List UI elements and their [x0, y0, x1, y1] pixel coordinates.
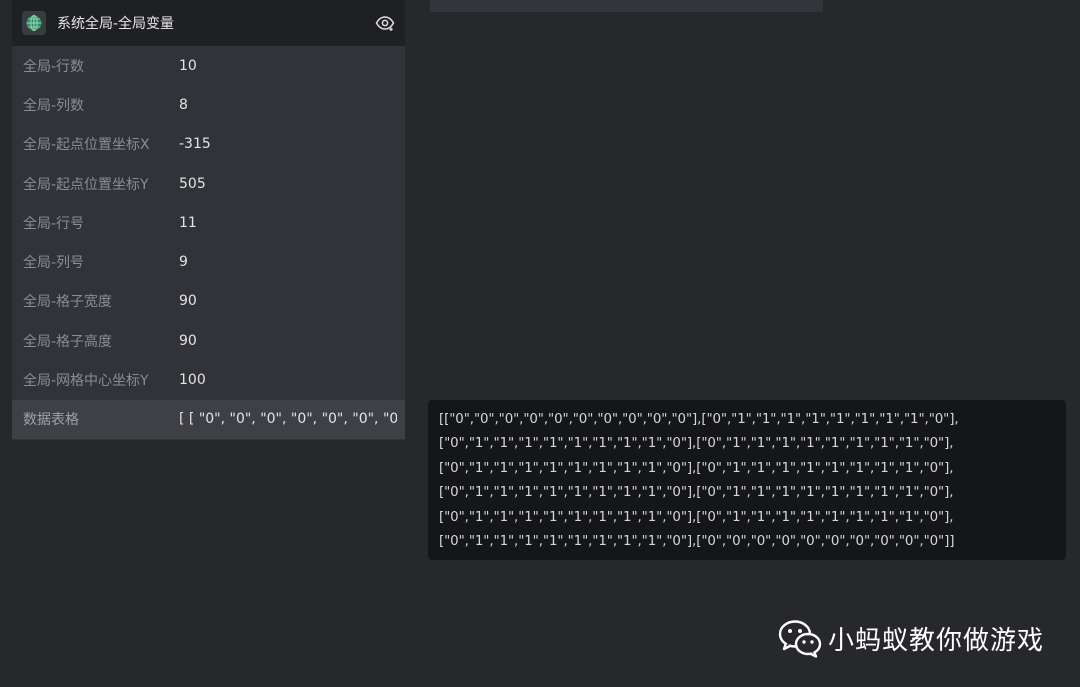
- variable-value: 11: [179, 214, 197, 231]
- top-panel-strip: [430, 0, 823, 12]
- variable-row-rows[interactable]: 全局-行数 10: [12, 46, 405, 85]
- globe-icon: [22, 11, 46, 35]
- panel-header: 系统全局-全局变量: [12, 0, 405, 46]
- variable-value: 100: [179, 372, 206, 389]
- watermark-text: 小蚂蚁教你做游戏: [827, 625, 1044, 656]
- tooltip-line: ["0","1","1","1","1","1","1","1","1","0"…: [439, 485, 954, 501]
- variable-name: 全局-行号: [23, 215, 85, 232]
- variable-name: 全局-起点位置坐标X: [23, 137, 150, 154]
- panel-title: 系统全局-全局变量: [57, 16, 175, 32]
- tooltip-line: ["0","1","1","1","1","1","1","1","1","0"…: [439, 509, 954, 525]
- variable-value: -315: [179, 136, 211, 153]
- variable-name: 数据表格: [23, 412, 79, 429]
- tooltip-line: ["0","1","1","1","1","1","1","1","1","0"…: [439, 460, 954, 476]
- variable-name: 全局-格子宽度: [23, 294, 113, 311]
- variable-row-data-table[interactable]: 数据表格 [ [ "0", "0", "0", "0", "0", "0", "…: [12, 399, 405, 439]
- variable-row-start-x[interactable]: 全局-起点位置坐标X -315: [12, 125, 405, 164]
- variable-row-column-index[interactable]: 全局-列号 9: [12, 242, 405, 281]
- wechat-icon: [778, 618, 822, 658]
- global-variables-panel: 系统全局-全局变量 全局-行数 10 全局-列数 8 全局-起点位置坐标X -3…: [12, 0, 405, 440]
- variable-value: 505: [179, 175, 206, 192]
- variable-row-grid-center-y[interactable]: 全局-网格中心坐标Y 100: [12, 360, 405, 399]
- variable-name: 全局-格子高度: [23, 333, 113, 350]
- variable-value: [ [ "0", "0", "0", "0", "0", "0", "0": [179, 411, 397, 428]
- watermark: 小蚂蚁教你做游戏: [778, 618, 1044, 658]
- variable-row-cell-height[interactable]: 全局-格子高度 90: [12, 321, 405, 360]
- variable-row-start-y[interactable]: 全局-起点位置坐标Y 505: [12, 164, 405, 203]
- variable-value: 90: [179, 332, 197, 349]
- tooltip-line: ["0","1","1","1","1","1","1","1","1","0"…: [439, 436, 954, 452]
- variable-row-row-index[interactable]: 全局-行号 11: [12, 203, 405, 242]
- variable-name: 全局-网格中心坐标Y: [23, 373, 149, 390]
- variable-row-cell-width[interactable]: 全局-格子宽度 90: [12, 282, 405, 321]
- variable-value: 10: [179, 57, 197, 74]
- variable-value: 9: [179, 254, 188, 271]
- variable-name: 全局-起点位置坐标Y: [23, 176, 149, 193]
- tooltip-line: [["0","0","0","0","0","0","0","0","0","0…: [439, 412, 959, 427]
- variable-name: 全局-列数: [23, 97, 85, 114]
- tooltip-line: ["0","1","1","1","1","1","1","1","1","0"…: [439, 534, 955, 550]
- variable-name: 全局-行数: [23, 58, 85, 75]
- variable-row-columns[interactable]: 全局-列数 8: [12, 85, 405, 124]
- variable-value: 90: [179, 293, 197, 310]
- data-table-tooltip: [["0","0","0","0","0","0","0","0","0","0…: [428, 400, 1066, 560]
- variable-value: 8: [179, 96, 188, 113]
- eye-icon[interactable]: [375, 13, 395, 33]
- variable-name: 全局-列号: [23, 255, 85, 272]
